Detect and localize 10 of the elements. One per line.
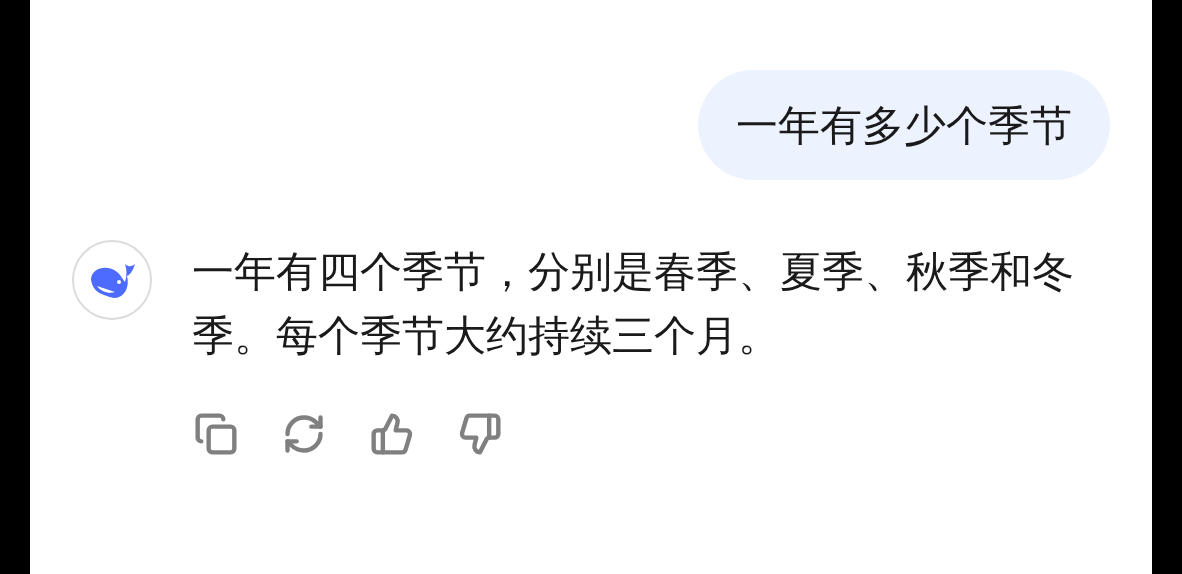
copy-icon <box>194 412 238 456</box>
user-message-bubble: 一年有多少个季节 <box>698 70 1110 180</box>
assistant-message: 一年有四个季节，分别是春季、夏季、秋季和冬季。每个季节大约持续三个月。 <box>192 246 1075 362</box>
thumbs-up-icon <box>370 412 414 456</box>
refresh-icon <box>282 412 326 456</box>
thumbs-down-icon <box>458 412 502 456</box>
regenerate-button[interactable] <box>282 412 326 456</box>
dislike-button[interactable] <box>458 412 502 456</box>
like-button[interactable] <box>370 412 414 456</box>
copy-button[interactable] <box>194 412 238 456</box>
